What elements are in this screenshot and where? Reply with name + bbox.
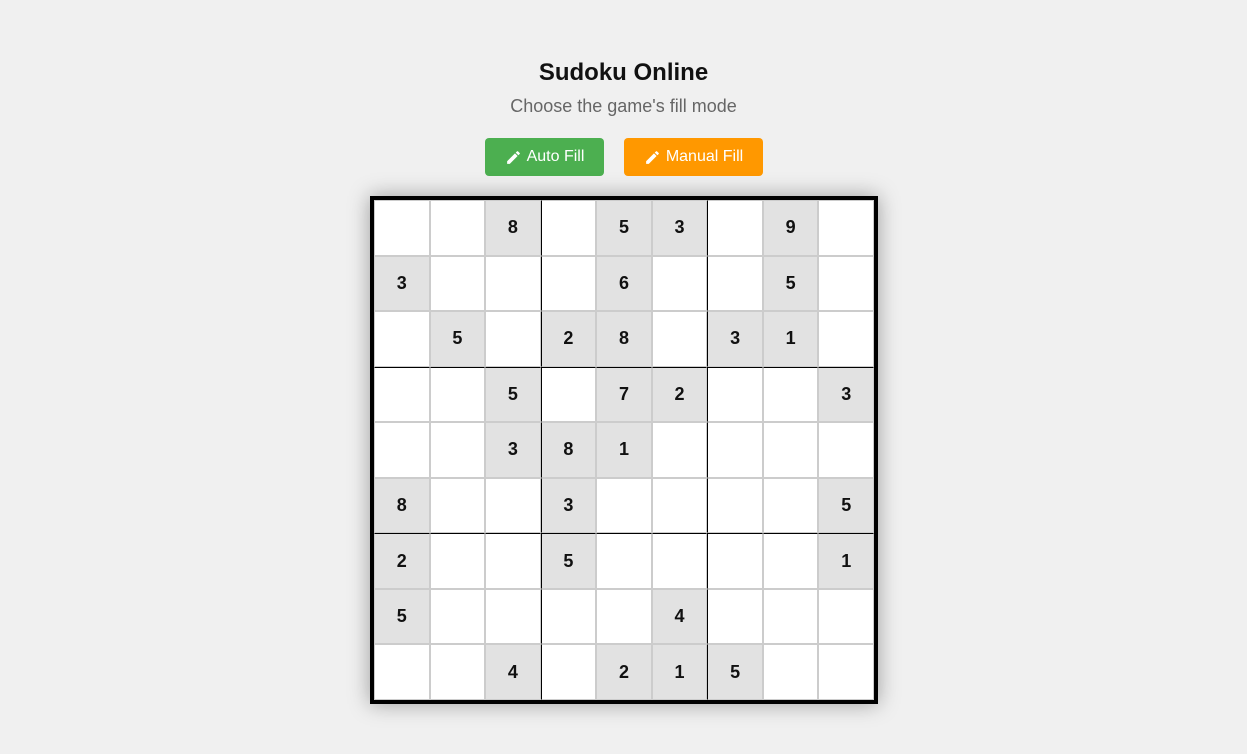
sudoku-cell[interactable] xyxy=(429,422,486,478)
sudoku-cell[interactable] xyxy=(707,477,763,534)
sudoku-cell[interactable]: 8 xyxy=(596,311,652,367)
sudoku-cell[interactable] xyxy=(374,311,430,367)
sudoku-cell[interactable] xyxy=(429,533,486,589)
sudoku-cell[interactable] xyxy=(707,366,763,423)
manual-fill-button[interactable]: Manual Fill xyxy=(624,138,763,176)
sudoku-cell[interactable]: 8 xyxy=(485,200,541,256)
sudoku-cell[interactable]: 8 xyxy=(540,422,597,478)
sudoku-cell[interactable] xyxy=(596,588,652,645)
sudoku-cell[interactable] xyxy=(651,533,708,589)
sudoku-cell[interactable]: 3 xyxy=(374,255,430,312)
sudoku-cell[interactable] xyxy=(485,255,541,312)
sudoku-cell[interactable] xyxy=(540,588,597,645)
sudoku-cell[interactable] xyxy=(374,366,430,423)
sudoku-cell[interactable]: 2 xyxy=(651,366,708,423)
sudoku-cell[interactable] xyxy=(707,422,763,478)
sudoku-cell[interactable]: 4 xyxy=(651,588,708,645)
sudoku-cell[interactable]: 5 xyxy=(762,255,819,312)
sudoku-cell[interactable]: 3 xyxy=(818,366,874,423)
sudoku-cell[interactable]: 1 xyxy=(596,422,652,478)
sudoku-cell[interactable]: 7 xyxy=(596,366,652,423)
sudoku-cell[interactable] xyxy=(485,477,541,534)
sudoku-cell[interactable] xyxy=(762,644,819,700)
sudoku-cell[interactable]: 3 xyxy=(707,311,763,367)
sudoku-cell[interactable]: 1 xyxy=(818,533,874,589)
sudoku-cell[interactable] xyxy=(540,366,597,423)
sudoku-cell[interactable]: 3 xyxy=(651,200,708,256)
sudoku-cell[interactable] xyxy=(374,422,430,478)
sudoku-cell[interactable]: 5 xyxy=(707,644,763,700)
sudoku-cell[interactable] xyxy=(818,200,874,256)
sudoku-cell[interactable] xyxy=(651,311,708,367)
sudoku-cell[interactable] xyxy=(429,588,486,645)
sudoku-cell[interactable] xyxy=(762,366,819,423)
auto-fill-label: Auto Fill xyxy=(526,148,585,165)
sudoku-cell[interactable] xyxy=(429,200,486,256)
sudoku-cell[interactable] xyxy=(429,255,486,312)
page-title: Sudoku Online xyxy=(538,59,709,86)
sudoku-cell[interactable] xyxy=(596,477,652,534)
sudoku-cell[interactable] xyxy=(651,477,708,534)
sudoku-cell[interactable]: 5 xyxy=(374,588,430,645)
manual-fill-label: Manual Fill xyxy=(665,148,744,165)
sudoku-cell[interactable]: 4 xyxy=(485,644,541,700)
page: Sudoku Online Choose the game's fill mod… xyxy=(0,0,1247,754)
pencil-icon xyxy=(505,149,522,166)
sudoku-cell[interactable]: 5 xyxy=(818,477,874,534)
sudoku-cell[interactable] xyxy=(485,588,541,645)
sudoku-cell[interactable] xyxy=(485,311,541,367)
sudoku-cell[interactable] xyxy=(596,533,652,589)
sudoku-cell[interactable] xyxy=(374,200,430,256)
sudoku-cell[interactable]: 6 xyxy=(596,255,652,312)
sudoku-cell[interactable] xyxy=(540,644,597,700)
sudoku-cell[interactable]: 3 xyxy=(485,422,541,478)
sudoku-cell[interactable] xyxy=(485,533,541,589)
sudoku-cell[interactable] xyxy=(374,644,430,700)
sudoku-cell[interactable] xyxy=(707,533,763,589)
sudoku-cell[interactable]: 1 xyxy=(762,311,819,367)
sudoku-cell[interactable]: 2 xyxy=(540,311,597,367)
sudoku-cell[interactable] xyxy=(707,200,763,256)
sudoku-cell[interactable]: 9 xyxy=(762,200,819,256)
page-subtitle: Choose the game's fill mode xyxy=(510,96,737,116)
sudoku-cell[interactable] xyxy=(707,588,763,645)
sudoku-cell[interactable] xyxy=(651,422,708,478)
sudoku-cell[interactable] xyxy=(651,255,708,312)
sudoku-cell[interactable] xyxy=(762,588,819,645)
sudoku-cell[interactable]: 5 xyxy=(596,200,652,256)
sudoku-cell[interactable]: 1 xyxy=(651,644,708,700)
pencil-icon xyxy=(644,149,661,166)
sudoku-cell[interactable]: 5 xyxy=(540,533,597,589)
sudoku-cell[interactable]: 2 xyxy=(596,644,652,700)
sudoku-cell[interactable] xyxy=(818,588,874,645)
auto-fill-button[interactable]: Auto Fill xyxy=(485,138,604,176)
sudoku-cell[interactable]: 8 xyxy=(374,477,430,534)
sudoku-cell[interactable] xyxy=(818,311,874,367)
sudoku-cell[interactable] xyxy=(762,422,819,478)
sudoku-cell[interactable]: 3 xyxy=(540,477,597,534)
sudoku-cell[interactable] xyxy=(540,200,597,256)
sudoku-cell[interactable] xyxy=(762,477,819,534)
sudoku-cell[interactable] xyxy=(540,255,597,312)
sudoku-cell[interactable]: 5 xyxy=(429,311,486,367)
sudoku-cell[interactable]: 5 xyxy=(485,366,541,423)
sudoku-cell[interactable] xyxy=(429,644,486,700)
sudoku-cell[interactable] xyxy=(429,477,486,534)
sudoku-cell[interactable] xyxy=(818,255,874,312)
sudoku-cell[interactable] xyxy=(429,366,486,423)
sudoku-board: 8539365528315723381835251544215 xyxy=(370,196,878,704)
sudoku-cell[interactable] xyxy=(762,533,819,589)
sudoku-cell[interactable] xyxy=(818,422,874,478)
sudoku-cell[interactable]: 2 xyxy=(374,533,430,589)
sudoku-cell[interactable] xyxy=(707,255,763,312)
sudoku-cell[interactable] xyxy=(818,644,874,700)
